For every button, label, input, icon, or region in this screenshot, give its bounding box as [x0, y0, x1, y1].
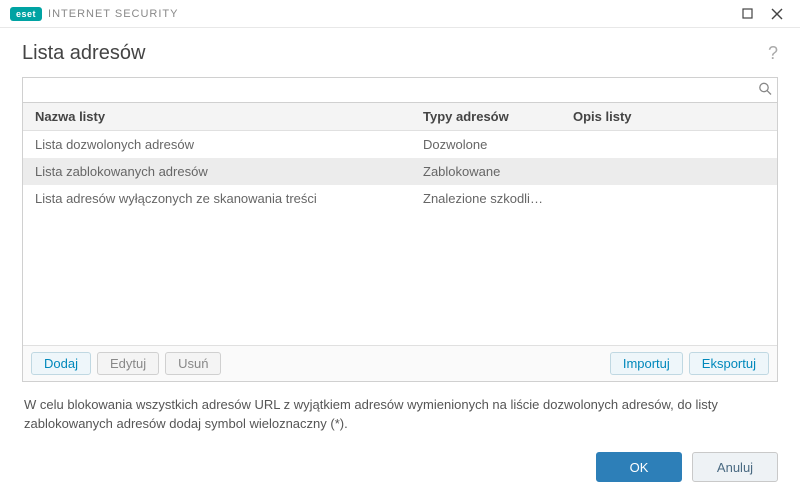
title-bar: eset INTERNET SECURITY — [0, 0, 800, 28]
hint-text: W celu blokowania wszystkich adresów URL… — [22, 382, 778, 434]
table-header: Nazwa listy Typy adresów Opis listy — [23, 103, 777, 131]
close-icon — [771, 8, 783, 20]
cell-types: Zablokowane — [411, 158, 561, 185]
maximize-button[interactable] — [732, 2, 762, 26]
column-types[interactable]: Typy adresów — [411, 103, 561, 130]
close-button[interactable] — [762, 2, 792, 26]
search-wrap — [22, 77, 778, 103]
maximize-icon — [742, 8, 753, 19]
content-area: Lista adresów ? Nazwa listy Typy adresów… — [0, 28, 800, 434]
import-button[interactable]: Importuj — [610, 352, 683, 375]
edit-button[interactable]: Edytuj — [97, 352, 159, 375]
brand-logo: eset — [10, 7, 42, 21]
address-list-table: Nazwa listy Typy adresów Opis listy List… — [22, 103, 778, 382]
cell-desc — [561, 158, 777, 185]
table-actions: Dodaj Edytuj Usuń Importuj Eksportuj — [23, 345, 777, 381]
search-icon[interactable] — [758, 82, 772, 99]
brand: eset INTERNET SECURITY — [10, 7, 179, 21]
add-button[interactable]: Dodaj — [31, 352, 91, 375]
page-title: Lista adresów — [22, 42, 145, 65]
cell-name: Lista adresów wyłączonych ze skanowania … — [23, 185, 411, 212]
delete-button[interactable]: Usuń — [165, 352, 221, 375]
cell-desc — [561, 131, 777, 158]
header-row: Lista adresów ? — [22, 42, 778, 65]
brand-product-name: INTERNET SECURITY — [48, 8, 178, 20]
help-icon[interactable]: ? — [768, 43, 778, 64]
table-body: Lista dozwolonych adresówDozwoloneLista … — [23, 131, 777, 345]
search-input[interactable] — [22, 77, 778, 103]
column-name[interactable]: Nazwa listy — [23, 103, 411, 130]
ok-button[interactable]: OK — [596, 452, 682, 482]
footer: OK Anuluj — [0, 434, 800, 500]
table-row[interactable]: Lista zablokowanych adresówZablokowane — [23, 158, 777, 185]
table-row[interactable]: Lista dozwolonych adresówDozwolone — [23, 131, 777, 158]
cell-types: Dozwolone — [411, 131, 561, 158]
cancel-button[interactable]: Anuluj — [692, 452, 778, 482]
cell-name: Lista dozwolonych adresów — [23, 131, 411, 158]
cell-desc — [561, 185, 777, 212]
cell-name: Lista zablokowanych adresów — [23, 158, 411, 185]
table-row[interactable]: Lista adresów wyłączonych ze skanowania … — [23, 185, 777, 212]
column-desc[interactable]: Opis listy — [561, 103, 777, 130]
export-button[interactable]: Eksportuj — [689, 352, 769, 375]
cell-types: Znalezione szkodliwe opr... — [411, 185, 561, 212]
